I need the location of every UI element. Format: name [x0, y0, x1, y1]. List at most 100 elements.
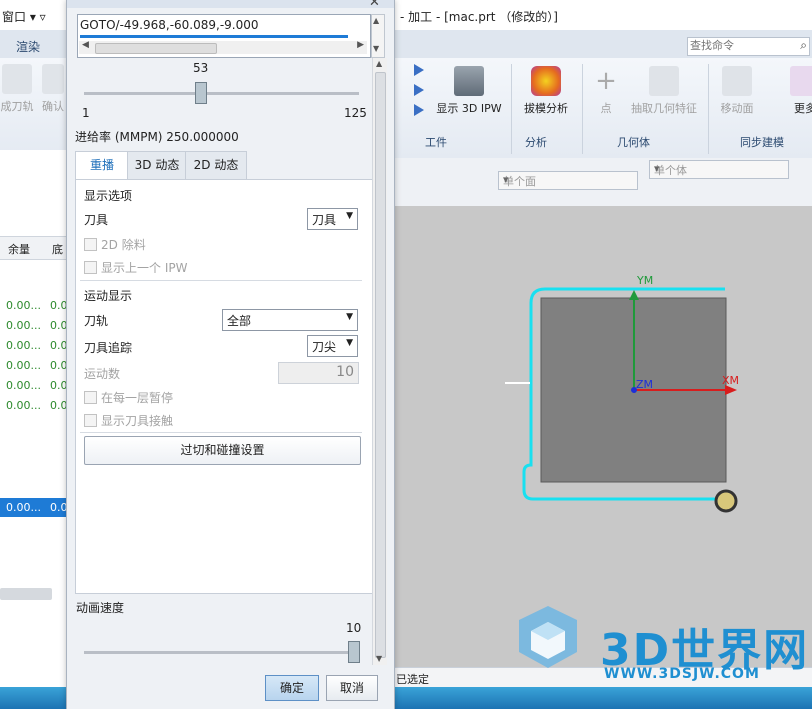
- point-label: 点: [600, 102, 612, 115]
- goto-hscroll-thumb[interactable]: [95, 43, 217, 54]
- chevron-down-icon: ▼: [346, 312, 353, 322]
- column-stock[interactable]: 余量: [8, 241, 30, 257]
- step-slider-track[interactable]: [84, 92, 359, 95]
- tab-render[interactable]: 渲染: [16, 38, 40, 55]
- part-view: [505, 287, 738, 513]
- chevron-down-icon: ▼: [346, 211, 353, 221]
- chevron-left-icon[interactable]: ◀: [82, 40, 89, 50]
- step-value: 53: [193, 61, 209, 75]
- draft-analysis-button[interactable]: 拔模分析: [518, 66, 574, 116]
- window-menu[interactable]: 窗口 ▾ ▿: [2, 8, 46, 25]
- tool-trace-dropdown[interactable]: 刀尖 ▼: [307, 335, 358, 357]
- table-row[interactable]: 0.00... 0.0: [0, 376, 68, 395]
- table-row[interactable]: 0.00... 0.0: [0, 396, 68, 415]
- face-filter-select[interactable]: 单个面 ▾: [498, 171, 638, 190]
- cancel-button[interactable]: 取消: [326, 675, 378, 701]
- goto-vscrollbar[interactable]: ▲ ▼: [371, 14, 385, 58]
- motion-display-title: 运动显示: [84, 289, 133, 303]
- tool-marker: [714, 489, 738, 513]
- remove-2d-label: 2D 除料: [101, 238, 146, 252]
- verify-button[interactable]: 确认: [40, 64, 66, 114]
- show-prev-ipw-label: 显示上一个 IPW: [101, 261, 188, 275]
- step-slider-thumb[interactable]: [195, 82, 207, 104]
- search-input[interactable]: [688, 38, 790, 53]
- path-dropdown[interactable]: 全部 ▼: [222, 309, 358, 331]
- goto-listbox[interactable]: GOTO/-49.968,-60.089,-9.000 ◀ ▶: [77, 14, 371, 58]
- column-floor[interactable]: 底: [52, 241, 63, 257]
- animation-speed-label: 动画速度: [76, 601, 125, 615]
- generate-path-button[interactable]: 成刀轨: [0, 64, 34, 114]
- cell-stock: 0.00...: [6, 339, 41, 352]
- show-3d-ipw-button[interactable]: 显示 3D IPW: [436, 66, 502, 116]
- replay-tab-panel: 显示选项 刀具 刀具 ▼ 2D 除料 显示上一个 IPW 运动显示 刀轨 全部 …: [75, 179, 373, 594]
- more-button[interactable]: 更多: [790, 66, 812, 116]
- extract-geometry-button[interactable]: 抽取几何特征: [628, 66, 700, 116]
- chevron-right-icon[interactable]: ▶: [357, 40, 364, 50]
- chevron-down-icon[interactable]: ▼: [373, 44, 379, 53]
- navigator-header: 余量 底: [0, 236, 66, 260]
- ok-button[interactable]: 确定: [265, 675, 319, 701]
- show-tool-contact-checkbox[interactable]: [84, 414, 97, 427]
- show-3d-ipw-label: 显示 3D IPW: [436, 102, 502, 115]
- group-geometry: 几何体: [617, 136, 650, 149]
- cell-floor: 0.0: [50, 501, 68, 514]
- workpiece-small-buttons[interactable]: [396, 62, 432, 125]
- table-row-selected[interactable]: 0.00... 0.0: [0, 498, 68, 517]
- cell-stock: 0.00...: [6, 359, 41, 372]
- goto-line[interactable]: GOTO/-49.968,-60.089,-9.000: [80, 18, 259, 32]
- goto-hscrollbar[interactable]: ◀ ▶: [79, 40, 367, 54]
- close-icon[interactable]: ✕: [369, 0, 380, 10]
- verify-label: 确认: [42, 100, 64, 113]
- zm-label: ZM: [636, 378, 654, 391]
- graphics-viewport[interactable]: YM XM ZM: [393, 206, 812, 667]
- chevron-down-icon: ▾: [654, 162, 660, 175]
- group-sync-modeling: 同步建模: [740, 136, 784, 149]
- table-row[interactable]: 0.00... 0.0: [0, 296, 68, 315]
- command-search[interactable]: ⌕: [687, 37, 810, 56]
- cell-floor: 0.0: [50, 339, 68, 352]
- table-row[interactable]: 0.00... 0.0: [0, 356, 68, 375]
- tab-replay[interactable]: 重播: [75, 151, 129, 180]
- chevron-down-icon[interactable]: ▼: [376, 654, 382, 663]
- table-row[interactable]: 0.00... 0.0: [0, 336, 68, 355]
- chevron-up-icon[interactable]: ▲: [373, 16, 379, 25]
- tab-2d-dynamic[interactable]: 2D 动态: [185, 151, 247, 179]
- toolpath-visualization-dialog: ✕ GOTO/-49.968,-60.089,-9.000 ◀ ▶ ▲ ▼ 53…: [66, 0, 395, 709]
- animation-speed-track[interactable]: [84, 651, 350, 654]
- divider: [80, 432, 362, 433]
- selection-toolbar: 单个面 ▾ 单个体 ▾: [393, 158, 812, 207]
- verify-icon: [42, 64, 64, 94]
- ribbon-separator: [708, 64, 709, 154]
- show-prev-ipw-checkbox[interactable]: [84, 261, 97, 274]
- table-row[interactable]: 0.00... 0.0: [0, 316, 68, 335]
- more-label: 更多: [794, 102, 812, 115]
- tab-3d-dynamic[interactable]: 3D 动态: [127, 151, 187, 179]
- group-analysis: 分析: [525, 136, 547, 149]
- group-workpiece: 工件: [425, 136, 447, 149]
- xm-label: XM: [722, 374, 740, 387]
- gouge-collision-settings-button[interactable]: 过切和碰撞设置: [84, 436, 361, 465]
- draft-analysis-label: 拔模分析: [524, 102, 568, 115]
- cell-stock: 0.00...: [6, 501, 41, 514]
- chevron-up-icon[interactable]: ▲: [376, 59, 382, 68]
- dialog-vscrollbar[interactable]: ▲ ▼: [372, 58, 387, 665]
- move-face-button[interactable]: 移动面: [716, 66, 758, 116]
- path-dropdown-value: 全部: [227, 314, 252, 328]
- remove-2d-checkbox[interactable]: [84, 238, 97, 251]
- animation-speed-thumb[interactable]: [348, 641, 360, 663]
- dialog-caption[interactable]: [67, 0, 394, 8]
- motion-count-field[interactable]: 10: [278, 362, 359, 384]
- extract-geometry-label: 抽取几何特征: [631, 102, 697, 115]
- operation-navigator: 余量 底 0.00... 0.0 0.00... 0.0 0.00... 0.0 0.…: [0, 150, 68, 695]
- body-filter-select[interactable]: 单个体 ▾: [649, 160, 789, 179]
- point-button[interactable]: + 点: [590, 66, 622, 116]
- cell-stock: 0.00...: [6, 379, 41, 392]
- pause-each-layer-checkbox[interactable]: [84, 391, 97, 404]
- search-icon[interactable]: ⌕: [800, 38, 807, 53]
- tool-dropdown[interactable]: 刀具 ▼: [307, 208, 358, 230]
- chevron-down-icon: ▼: [346, 338, 353, 348]
- navigator-hscrollbar[interactable]: [0, 588, 52, 600]
- move-face-icon: [722, 66, 752, 96]
- pause-each-layer-label: 在每一层暂停: [101, 391, 174, 405]
- dialog-vscroll-thumb[interactable]: [375, 72, 386, 658]
